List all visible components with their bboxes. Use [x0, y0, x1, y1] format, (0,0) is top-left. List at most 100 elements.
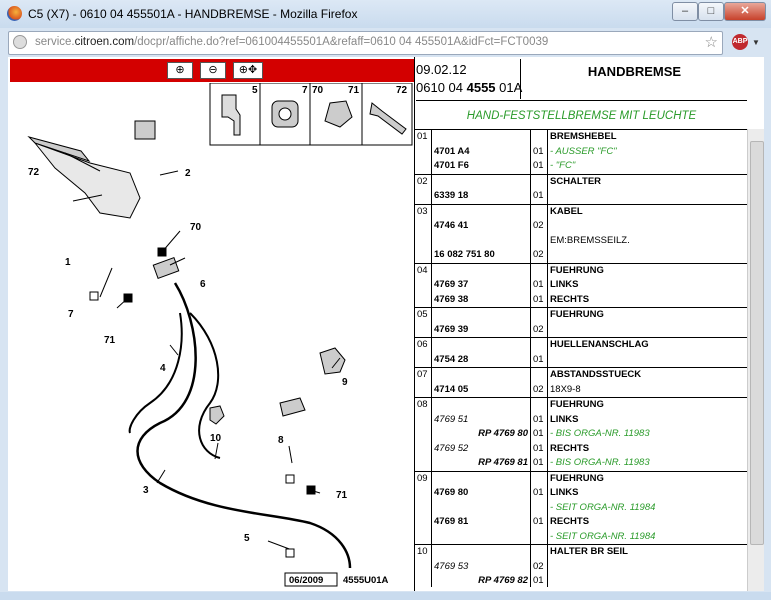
item-number: 05 — [415, 307, 432, 323]
cable-line — [136, 282, 352, 569]
quantity — [530, 307, 548, 323]
part-description: - SEIT ORGA-NR. 11984 — [550, 530, 656, 542]
table-row: 07 ABSTANDSSTUECK — [415, 367, 747, 383]
zoom-in-button[interactable]: ⊕ — [167, 62, 193, 79]
table-row: 4714 05 02 18X9-8 — [415, 382, 747, 398]
quantity — [530, 173, 548, 189]
table-row: 08 FUEHRUNG — [415, 397, 747, 413]
table-row: 4769 39 02 — [415, 322, 748, 338]
title-box: HANDBREMSE — [520, 59, 748, 99]
part-description: 18X9-8 — [550, 383, 581, 395]
callout-8: 8 — [278, 435, 284, 446]
window-title: C5 (X7) - 0610 04 455501A - HANDBREMSE -… — [28, 7, 358, 21]
quantity: 01 — [530, 574, 548, 587]
item-number: 03 — [415, 203, 432, 219]
part-number — [431, 529, 531, 545]
doc-date: 09.02.12 — [416, 62, 467, 77]
part-number: 4701 A4 — [431, 144, 531, 159]
zoom-move-button[interactable]: ⊕✥ — [233, 62, 263, 79]
site-identity-icon[interactable] — [13, 35, 27, 49]
part-description — [548, 560, 748, 575]
part-description: BREMSHEBEL — [547, 129, 747, 145]
item-number — [415, 144, 432, 159]
part-description: ABSTANDSSTUECK — [547, 367, 747, 383]
item-number — [415, 159, 432, 174]
quantity: 01 — [530, 352, 548, 368]
quantity: 01 — [530, 159, 548, 174]
table-row: 4769 37 01 LINKS — [415, 278, 747, 293]
minimize-button[interactable]: – — [672, 2, 698, 21]
box-label-71: 71 — [348, 85, 360, 96]
part-number: 4769 80 — [431, 486, 531, 501]
status-bar — [0, 592, 771, 600]
item-number — [415, 189, 432, 204]
part-description — [548, 323, 748, 338]
callout-6: 6 — [200, 279, 206, 290]
callout-7: 7 — [68, 309, 74, 320]
table-row: 10 HALTER BR SEIL — [415, 544, 747, 560]
part-description: LINKS — [550, 487, 579, 498]
parts-table: 01 BREMSHEBEL 4701 A4 01- AUSSER "FC" 4701 F… — [415, 129, 747, 587]
address-bar[interactable]: service.citroen.com/docpr/affiche.do?ref… — [8, 31, 723, 55]
item-number — [415, 486, 432, 501]
item-number: 08 — [415, 397, 432, 413]
item-number — [415, 248, 432, 263]
item-number — [415, 278, 432, 293]
part-description: - "FC" — [550, 160, 576, 171]
part-description: LINKS — [550, 279, 579, 290]
quantity — [530, 500, 548, 515]
part-description: FUEHRUNG — [547, 470, 747, 486]
part-number: 4769 38 — [431, 292, 531, 308]
table-row: RP 4769 81 01- BIS ORGA-NR. 11983 — [415, 456, 747, 471]
part-number: 4769 53 — [431, 559, 531, 574]
quantity: 01 — [530, 278, 548, 293]
zoom-out-button[interactable]: ⊖ — [200, 62, 226, 79]
part-number: 4769 37 — [431, 278, 531, 293]
quantity: 01 — [530, 189, 548, 204]
part-number — [431, 337, 531, 353]
table-row: RP 4769 80 01- BIS ORGA-NR. 11983 — [415, 427, 747, 442]
table-row: 4754 28 01 — [415, 352, 748, 368]
part-number: RP 4769 80 — [431, 427, 531, 442]
adblock-icon[interactable]: ABP — [732, 34, 748, 50]
part-number — [431, 397, 531, 413]
part-description: KABEL — [547, 203, 747, 219]
callout-71b: 71 — [336, 490, 348, 501]
callout-10: 10 — [210, 433, 222, 444]
part-description — [548, 189, 748, 204]
scrollbar-thumb[interactable] — [750, 141, 764, 545]
part-description — [548, 353, 748, 368]
diagram-toolbar: ⊕ ⊖ ⊕✥ — [10, 59, 414, 82]
item-number — [415, 427, 432, 442]
vertical-scrollbar[interactable] — [747, 129, 764, 591]
table-row: - SEIT ORGA-NR. 11984 — [415, 529, 747, 545]
part-number — [431, 307, 531, 323]
maximize-button[interactable]: □ — [698, 2, 724, 21]
quantity: 02 — [530, 248, 548, 263]
part-description: - AUSSER "FC" — [550, 145, 617, 157]
part-description: - BIS ORGA-NR. 11983 — [550, 428, 650, 439]
part-number — [431, 129, 531, 145]
part-number: 4754 28 — [431, 352, 531, 368]
part-description: FUEHRUNG — [547, 307, 747, 323]
part-number: 6339 18 — [431, 189, 531, 204]
item-number — [415, 456, 432, 471]
page-content: ⊕ ⊖ ⊕✥ 5 7 70 71 72 72 2 70 1 6 7 71 4 9… — [8, 57, 764, 591]
table-row: 4701 F6 01- "FC" — [415, 159, 747, 174]
page-title: HANDBREMSE — [587, 64, 682, 79]
quantity: 01 — [530, 486, 548, 501]
part-number — [431, 203, 531, 219]
item-number: 07 — [415, 367, 432, 383]
page-subtitle: HAND-FESTSTELLBREMSE MIT LEUCHTE — [466, 110, 697, 122]
bookmark-star-icon[interactable]: ☆ — [705, 33, 718, 51]
dropdown-arrow-icon[interactable]: ▼ — [752, 38, 760, 47]
item-number — [415, 559, 432, 574]
url-text[interactable]: service.citroen.com/docpr/affiche.do?ref… — [35, 36, 548, 48]
part-description — [548, 219, 748, 234]
quantity: 01 — [530, 144, 548, 159]
cable-stop-shape — [152, 257, 180, 279]
quantity — [530, 470, 548, 486]
table-row: 4769 52 01 RECHTS — [415, 441, 747, 456]
close-button[interactable]: ✕ — [724, 2, 766, 21]
part-number: 4769 52 — [431, 441, 531, 456]
